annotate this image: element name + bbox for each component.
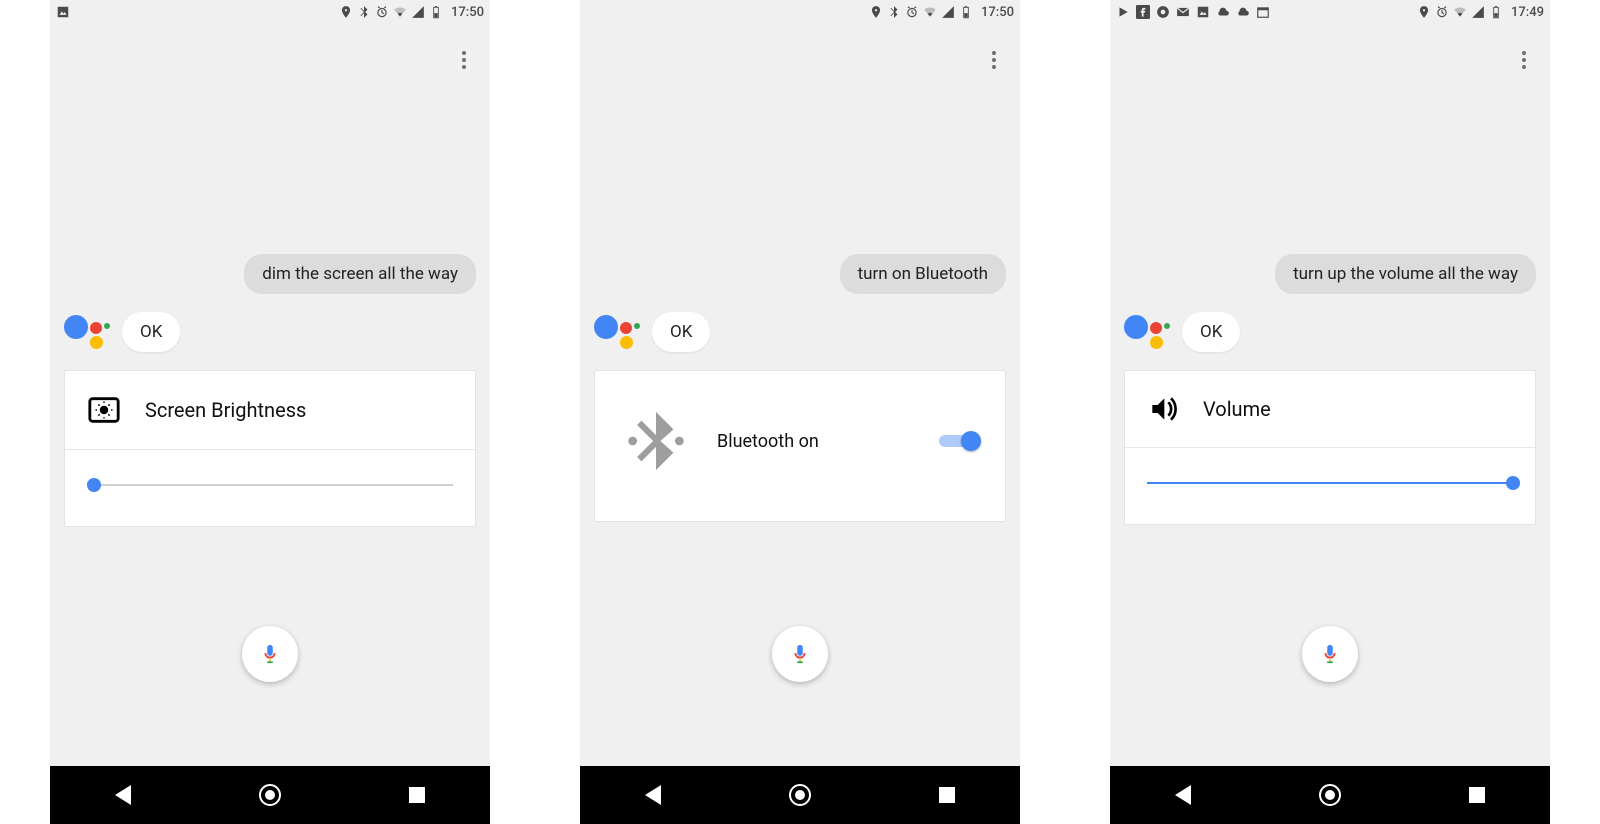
overflow-menu-button[interactable]	[1512, 48, 1536, 72]
battery-icon	[429, 5, 443, 19]
calendar-icon	[1256, 5, 1270, 19]
brightness-icon	[87, 393, 121, 427]
mic-button[interactable]	[1302, 626, 1358, 682]
overflow-menu-button[interactable]	[452, 48, 476, 72]
location-icon	[339, 5, 353, 19]
bluetooth-card: Bluetooth on	[594, 370, 1006, 522]
location-icon	[1417, 5, 1431, 19]
assistant-reply-bubble: OK	[652, 312, 710, 352]
navigation-bar	[50, 766, 490, 824]
status-time: 17:50	[451, 5, 484, 20]
gmail-icon	[1176, 5, 1190, 19]
volume-card: Volume	[1124, 370, 1536, 525]
nav-back-button[interactable]	[639, 781, 667, 809]
screen-2: 17:50 turn on Bluetooth OK	[580, 0, 1020, 824]
assistant-body: dim the screen all the way OK Screen Bri…	[50, 24, 490, 766]
signal-icon	[941, 5, 955, 19]
signal-icon	[1471, 5, 1485, 19]
nav-recent-button[interactable]	[933, 781, 961, 809]
assistant-reply-bubble: OK	[122, 312, 180, 352]
mic-button[interactable]	[772, 626, 828, 682]
nav-back-button[interactable]	[109, 781, 137, 809]
assistant-logo-icon	[64, 312, 114, 352]
wifi-icon	[393, 5, 407, 19]
alarm-icon	[1435, 5, 1449, 19]
assistant-logo-icon	[594, 312, 644, 352]
battery-icon	[1489, 5, 1503, 19]
screen-1: 17:50 dim the screen all the way OK Scre…	[50, 0, 490, 824]
assistant-body: turn up the volume all the way OK Volume	[1110, 24, 1550, 766]
brightness-card: Screen Brightness	[64, 370, 476, 527]
signal-icon	[411, 5, 425, 19]
bluetooth-icon	[357, 5, 371, 19]
status-bar: 17:49	[1110, 0, 1550, 24]
alarm-icon	[905, 5, 919, 19]
navigation-bar	[1110, 766, 1550, 824]
status-time: 17:50	[981, 5, 1014, 20]
status-bar: 17:50	[580, 0, 1020, 24]
overflow-menu-button[interactable]	[982, 48, 1006, 72]
assistant-body: turn on Bluetooth OK Bluetooth on	[580, 24, 1020, 766]
wifi-icon	[1453, 5, 1467, 19]
screen-3: 17:49 turn up the volume all the way OK …	[1110, 0, 1550, 824]
nav-home-button[interactable]	[786, 781, 814, 809]
status-time: 17:49	[1511, 5, 1544, 20]
assistant-reply-bubble: OK	[1182, 312, 1240, 352]
cloud-icon	[1236, 5, 1250, 19]
wifi-icon	[923, 5, 937, 19]
image-icon	[56, 5, 70, 19]
card-title: Volume	[1203, 397, 1271, 421]
facebook-icon	[1136, 5, 1150, 19]
navigation-bar	[580, 766, 1020, 824]
bluetooth-toggle[interactable]	[939, 431, 979, 451]
user-query-bubble: turn up the volume all the way	[1275, 254, 1536, 294]
card-title: Screen Brightness	[145, 398, 306, 422]
play-icon	[1116, 5, 1130, 19]
alarm-icon	[375, 5, 389, 19]
volume-icon	[1147, 393, 1179, 425]
volume-slider[interactable]	[1147, 476, 1513, 490]
nav-home-button[interactable]	[256, 781, 284, 809]
nav-home-button[interactable]	[1316, 781, 1344, 809]
bluetooth-large-icon	[621, 401, 691, 481]
chrome-icon	[1156, 5, 1170, 19]
card-title: Bluetooth on	[717, 431, 913, 452]
assistant-logo-icon	[1124, 312, 1174, 352]
location-icon	[869, 5, 883, 19]
status-bar: 17:50	[50, 0, 490, 24]
user-query-bubble: turn on Bluetooth	[840, 254, 1006, 294]
battery-icon	[959, 5, 973, 19]
mic-button[interactable]	[242, 626, 298, 682]
nav-recent-button[interactable]	[1463, 781, 1491, 809]
image-icon	[1196, 5, 1210, 19]
user-query-bubble: dim the screen all the way	[244, 254, 476, 294]
nav-back-button[interactable]	[1169, 781, 1197, 809]
cloud-icon	[1216, 5, 1230, 19]
bluetooth-icon	[887, 5, 901, 19]
brightness-slider[interactable]	[87, 478, 453, 492]
nav-recent-button[interactable]	[403, 781, 431, 809]
